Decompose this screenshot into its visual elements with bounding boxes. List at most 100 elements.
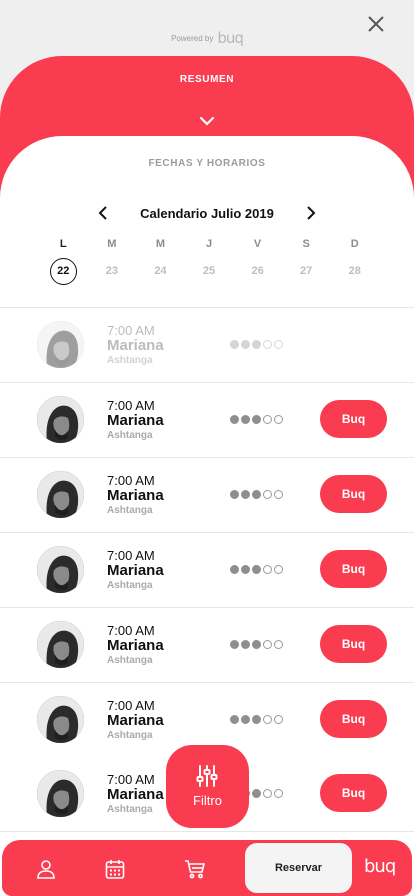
level-dot xyxy=(241,415,250,424)
level-dot xyxy=(263,640,272,649)
weekday-label: M xyxy=(107,238,117,250)
bottom-nav: Reservar buq xyxy=(2,840,412,896)
level-dot xyxy=(230,715,239,724)
instructor-avatar xyxy=(37,696,84,743)
instructor-avatar xyxy=(37,321,84,368)
weekday-label: V xyxy=(253,238,262,250)
summary-title: RESUMEN xyxy=(179,74,235,85)
level-indicator xyxy=(230,640,283,649)
weekday-label: L xyxy=(59,238,67,250)
class-type: Ashtanga xyxy=(107,655,153,666)
level-dot xyxy=(274,789,283,798)
weekday-label: D xyxy=(350,238,359,250)
instructor-name: Mariana xyxy=(107,337,164,354)
level-dot xyxy=(263,415,272,424)
class-time: 7:00 AM xyxy=(107,398,155,413)
powered-by-label: Powered by xyxy=(171,33,214,43)
level-indicator xyxy=(230,565,283,574)
instructor-name: Mariana xyxy=(107,712,164,729)
class-row[interactable]: 7:00 AM Mariana Ashtanga Buq xyxy=(0,458,414,533)
date-day[interactable]: 25 xyxy=(185,258,234,285)
class-type: Ashtanga xyxy=(107,355,153,366)
section-title: FECHAS Y HORARIOS xyxy=(148,158,266,169)
level-dot xyxy=(252,715,261,724)
level-indicator xyxy=(230,715,283,724)
date-day[interactable]: 24 xyxy=(136,258,185,285)
level-dot xyxy=(230,340,239,349)
class-type: Ashtanga xyxy=(107,430,153,441)
level-indicator xyxy=(230,490,283,499)
class-type: Ashtanga xyxy=(107,505,153,516)
instructor-avatar xyxy=(37,621,84,668)
level-dot xyxy=(263,490,272,499)
class-row[interactable]: 7:00 AM Mariana Ashtanga Buq xyxy=(0,608,414,683)
level-dot xyxy=(274,340,283,349)
level-dot xyxy=(241,565,250,574)
weekday-label: J xyxy=(205,238,213,250)
filter-button[interactable]: Filtro xyxy=(166,745,249,828)
class-time: 7:00 AM xyxy=(107,623,155,638)
class-type: Ashtanga xyxy=(107,804,153,815)
level-dot xyxy=(252,340,261,349)
level-dot xyxy=(252,789,261,798)
instructor-name: Mariana xyxy=(107,562,164,579)
chevron-left-icon[interactable] xyxy=(96,204,110,222)
level-dot xyxy=(252,490,261,499)
class-row[interactable]: 7:00 AM Mariana Ashtanga Buq xyxy=(0,383,414,458)
instructor-name: Mariana xyxy=(107,487,164,504)
instructor-name: Mariana xyxy=(107,637,164,654)
calendar-header: Calendario Julio 2019 xyxy=(96,204,318,222)
instructor-avatar xyxy=(37,770,84,817)
level-dot xyxy=(274,715,283,724)
weekday-label: M xyxy=(155,238,166,250)
book-button[interactable]: Buq xyxy=(320,625,387,663)
class-time: 7:00 AM xyxy=(107,473,155,488)
powered-by: Powered by buq xyxy=(0,29,414,47)
chevron-right-icon[interactable] xyxy=(304,204,318,222)
book-button[interactable]: Buq xyxy=(320,400,387,438)
class-time: 7:00 AM xyxy=(107,772,155,787)
date-day[interactable]: 26 xyxy=(233,258,282,285)
level-indicator xyxy=(230,340,283,349)
calendar-icon[interactable] xyxy=(104,858,126,880)
level-dot xyxy=(263,789,272,798)
book-button[interactable]: Buq xyxy=(320,475,387,513)
date-day[interactable]: 28 xyxy=(330,258,379,285)
book-button[interactable]: Buq xyxy=(320,774,387,812)
buq-logo[interactable]: buq xyxy=(364,856,396,877)
class-time: 7:00 AM xyxy=(107,548,155,563)
reserve-button[interactable]: Reservar xyxy=(245,843,352,893)
class-time: 7:00 AM xyxy=(107,698,155,713)
weekday-row: L M M J V S D xyxy=(39,238,379,250)
level-dot xyxy=(274,490,283,499)
level-dot xyxy=(263,565,272,574)
class-row[interactable]: 7:00 AM Mariana Ashtanga Buq xyxy=(0,533,414,608)
level-dot xyxy=(252,415,261,424)
instructor-avatar xyxy=(37,396,84,443)
cart-icon[interactable] xyxy=(184,858,206,880)
instructor-avatar xyxy=(37,471,84,518)
class-type: Ashtanga xyxy=(107,580,153,591)
book-button[interactable]: Buq xyxy=(320,700,387,738)
date-selected[interactable]: 22 xyxy=(39,258,88,285)
date-day[interactable]: 23 xyxy=(88,258,137,285)
sliders-icon xyxy=(196,765,218,787)
date-day[interactable]: 27 xyxy=(282,258,331,285)
filter-label: Filtro xyxy=(193,793,222,808)
book-button[interactable]: Buq xyxy=(320,550,387,588)
user-icon[interactable] xyxy=(35,858,57,880)
buq-logo: buq xyxy=(217,29,244,47)
level-dot xyxy=(252,565,261,574)
class-type: Ashtanga xyxy=(107,730,153,741)
class-row[interactable]: 7:00 AM Mariana Ashtanga xyxy=(0,308,414,383)
level-dot xyxy=(274,415,283,424)
date-selected-label: 22 xyxy=(49,258,77,285)
level-dot xyxy=(263,715,272,724)
level-dot xyxy=(263,340,272,349)
level-dot xyxy=(241,715,250,724)
level-dot xyxy=(230,490,239,499)
date-row: 22 23 24 25 26 27 28 xyxy=(39,258,379,285)
chevron-down-icon[interactable] xyxy=(197,113,217,129)
weekday-label: S xyxy=(302,238,310,250)
level-dot xyxy=(241,490,250,499)
